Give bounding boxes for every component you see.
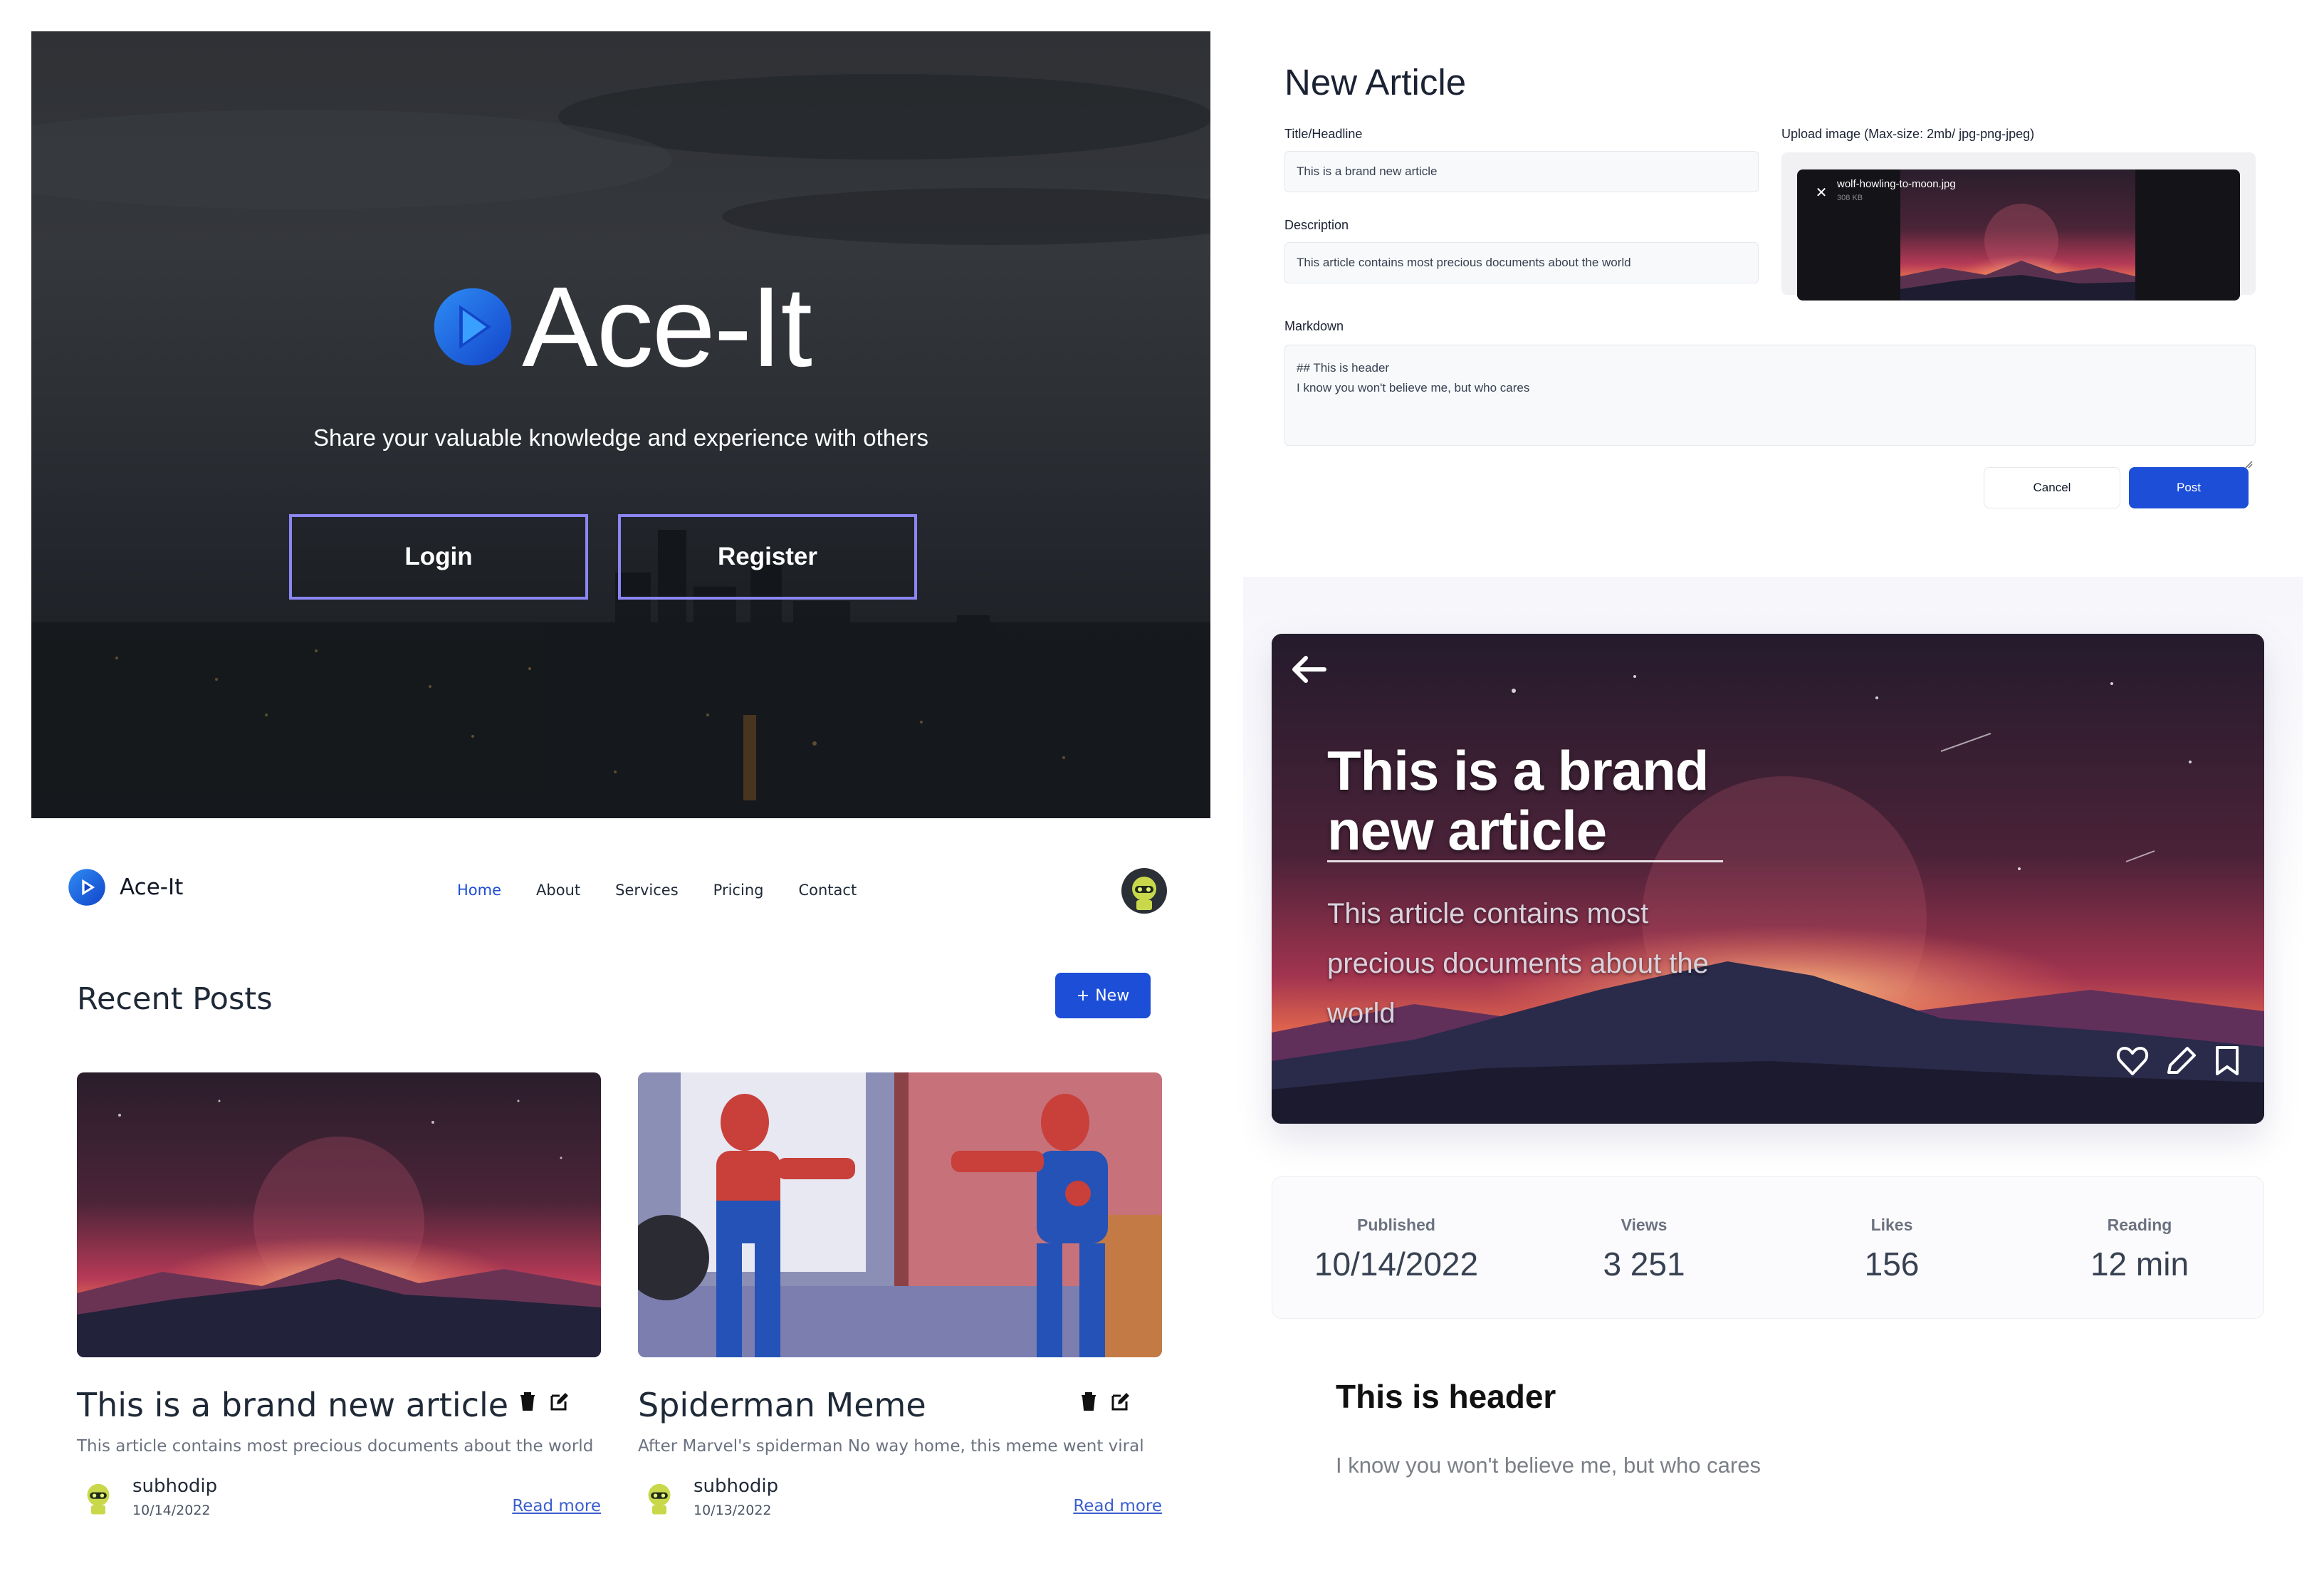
main-nav: Home About Services Pricing Contact bbox=[457, 882, 857, 899]
description-input[interactable]: This article contains most precious docu… bbox=[1284, 242, 1759, 283]
post-actions bbox=[1079, 1391, 1131, 1411]
post-image[interactable] bbox=[638, 1072, 1162, 1357]
title-label: Title/Headline bbox=[1284, 127, 1363, 141]
bookmark-icon[interactable] bbox=[2213, 1045, 2241, 1077]
upload-label: Upload image (Max-size: 2mb/ jpg-png-jpe… bbox=[1781, 127, 2035, 141]
edit-icon[interactable] bbox=[550, 1391, 570, 1411]
description-label: Description bbox=[1284, 218, 1349, 232]
cancel-button[interactable]: Cancel bbox=[1984, 467, 2120, 508]
app-logo-icon bbox=[68, 869, 105, 906]
nav-services[interactable]: Services bbox=[615, 882, 679, 899]
author-name: subhodip bbox=[132, 1476, 218, 1497]
register-button[interactable]: Register bbox=[618, 514, 917, 600]
author-name: subhodip bbox=[693, 1476, 779, 1497]
author-avatar bbox=[638, 1476, 681, 1518]
new-post-label: New bbox=[1095, 986, 1130, 1005]
post-button[interactable]: Post bbox=[2129, 467, 2249, 508]
post-image[interactable] bbox=[77, 1072, 601, 1357]
uploaded-file-name: wolf-howling-to-moon.jpg bbox=[1837, 178, 1956, 190]
hero-tagline: Share your valuable knowledge and experi… bbox=[313, 424, 929, 451]
markdown-label: Markdown bbox=[1284, 319, 1344, 333]
stat-label: Views bbox=[1621, 1216, 1668, 1234]
stat-views: Views 3 251 bbox=[1520, 1177, 1768, 1318]
nav-contact[interactable]: Contact bbox=[798, 882, 857, 899]
nav-home[interactable]: Home bbox=[457, 882, 501, 899]
delete-icon[interactable] bbox=[1079, 1391, 1098, 1411]
post-description: This article contains most precious docu… bbox=[77, 1437, 594, 1456]
plus-icon: + bbox=[1076, 986, 1090, 1005]
form-heading: New Article bbox=[1284, 62, 1467, 103]
login-button[interactable]: Login bbox=[289, 514, 588, 600]
read-more-link[interactable]: Read more bbox=[512, 1497, 601, 1515]
delete-icon[interactable] bbox=[518, 1391, 537, 1411]
hero-logo-row: Ace-It bbox=[31, 270, 1210, 384]
stat-value: 10/14/2022 bbox=[1314, 1245, 1479, 1283]
stat-reading: Reading 12 min bbox=[2016, 1177, 2263, 1318]
blog-home: Ace-It Home About Services Pricing Conta… bbox=[43, 847, 1196, 1560]
nav-about[interactable]: About bbox=[536, 882, 580, 899]
wolf-moon-image bbox=[77, 1072, 601, 1357]
read-more-link[interactable]: Read more bbox=[1073, 1497, 1162, 1515]
user-avatar[interactable] bbox=[1121, 867, 1168, 914]
stat-published: Published 10/14/2022 bbox=[1272, 1177, 1520, 1318]
markdown-line: I know you won't believe me, but who car… bbox=[1297, 381, 1530, 395]
uploaded-file-size: 308 KB bbox=[1837, 194, 1863, 202]
stat-value: 12 min bbox=[2090, 1245, 2189, 1283]
article-description: This article contains most precious docu… bbox=[1327, 898, 1709, 1029]
post-date: 10/14/2022 bbox=[132, 1503, 211, 1518]
spiderman-meme-image bbox=[638, 1072, 1162, 1357]
post-description: After Marvel's spiderman No way home, th… bbox=[638, 1437, 1144, 1456]
post-author: subhodip 10/14/2022 bbox=[77, 1476, 217, 1518]
author-avatar bbox=[77, 1476, 120, 1518]
article-body-paragraph: I know you won't believe me, but who car… bbox=[1336, 1453, 1761, 1478]
nav-pricing[interactable]: Pricing bbox=[713, 882, 764, 899]
post-card[interactable]: This is a brand new article This article… bbox=[77, 1072, 601, 1518]
markdown-textarea[interactable]: ## This is header I know you won't belie… bbox=[1284, 345, 2256, 446]
uploaded-file-preview: ✕ wolf-howling-to-moon.jpg 308 KB bbox=[1797, 169, 2240, 301]
new-post-button[interactable]: + New bbox=[1055, 973, 1151, 1018]
article-hero-card: This is a brand new article This article… bbox=[1272, 634, 2264, 1124]
post-author: subhodip 10/13/2022 bbox=[638, 1476, 778, 1518]
post-date: 10/13/2022 bbox=[693, 1503, 772, 1518]
navbar-brand[interactable]: Ace-It bbox=[67, 867, 183, 907]
title-input[interactable]: This is a brand new article bbox=[1284, 151, 1759, 192]
title-divider bbox=[1327, 860, 1723, 862]
article-stats: Published 10/14/2022 Views 3 251 Likes 1… bbox=[1272, 1176, 2264, 1319]
article-cover-image bbox=[1272, 634, 2264, 1124]
recent-posts-title: Recent Posts bbox=[77, 981, 273, 1017]
heart-icon[interactable] bbox=[2116, 1045, 2149, 1077]
edit-icon[interactable] bbox=[1111, 1391, 1131, 1411]
article-actions bbox=[2116, 1045, 2241, 1077]
post-card[interactable]: Spiderman Meme After Marvel's spiderman … bbox=[638, 1072, 1162, 1518]
pencil-icon[interactable] bbox=[2165, 1045, 2197, 1077]
article-detail: This is a brand new article This article… bbox=[1243, 577, 2303, 1538]
post-title[interactable]: This is a brand new article bbox=[77, 1386, 508, 1424]
stat-label: Likes bbox=[1870, 1216, 1913, 1234]
landing-hero: Ace-It Share your valuable knowledge and… bbox=[31, 31, 1210, 818]
brand-name: Ace-It bbox=[120, 874, 184, 900]
post-title[interactable]: Spiderman Meme bbox=[638, 1386, 926, 1424]
article-title: This is a brand new article bbox=[1327, 739, 1709, 862]
article-body-heading: This is header bbox=[1336, 1378, 1556, 1415]
stat-label: Published bbox=[1357, 1216, 1435, 1234]
hero-app-title: Ace-It bbox=[522, 263, 812, 390]
new-article-form: New Article Title/Headline This is a bra… bbox=[1274, 31, 2293, 530]
app-logo-icon bbox=[434, 288, 512, 366]
stat-likes: Likes 156 bbox=[1768, 1177, 2016, 1318]
remove-file-icon[interactable]: ✕ bbox=[1811, 182, 1831, 202]
stat-value: 156 bbox=[1864, 1245, 1920, 1283]
back-arrow-icon[interactable] bbox=[1290, 654, 1327, 685]
stat-label: Reading bbox=[2107, 1216, 2172, 1234]
post-actions bbox=[518, 1391, 570, 1411]
markdown-line: ## This is header bbox=[1297, 361, 1390, 375]
stat-value: 3 251 bbox=[1603, 1245, 1685, 1283]
